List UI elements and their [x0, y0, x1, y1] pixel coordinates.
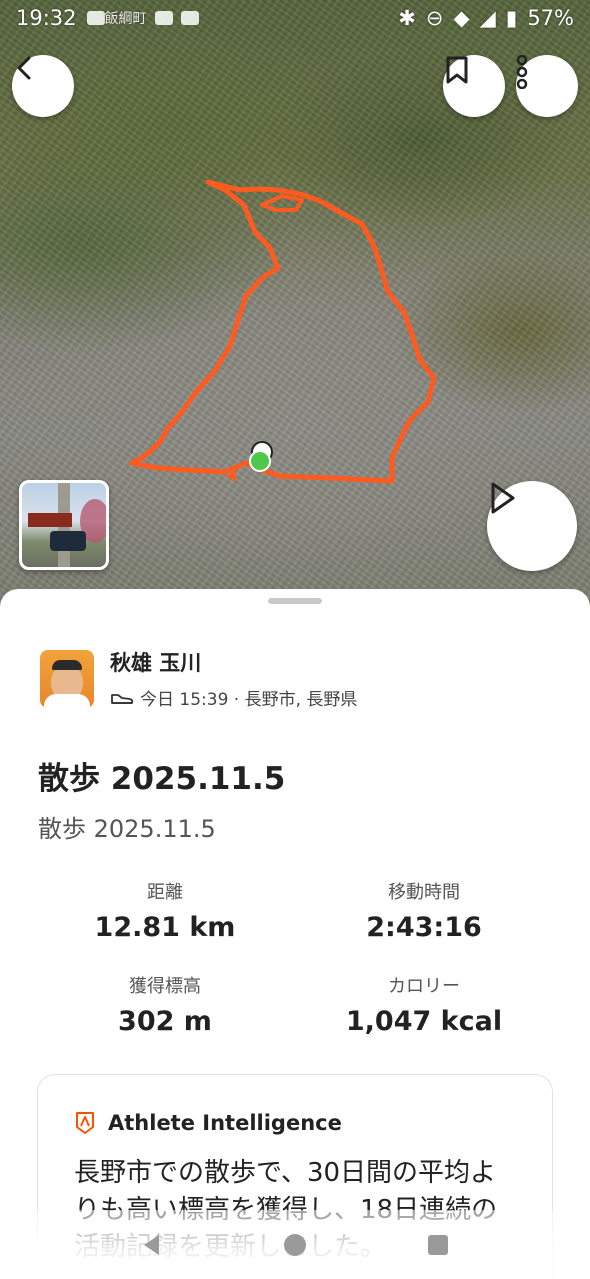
stat-calories: カロリー 1,047 kcal	[294, 972, 554, 1037]
start-marker	[249, 450, 271, 472]
stat-label: カロリー	[388, 976, 460, 997]
route-detail-loop	[260, 194, 304, 212]
photo-sign	[28, 513, 72, 527]
stat-label: 獲得標高	[129, 976, 201, 997]
mail-icon	[86, 11, 105, 25]
avatar-shirt	[44, 693, 90, 708]
athlete-intelligence-icon	[76, 1112, 94, 1134]
status-right: ✱ ⊖ ◆ ◢ ▮ 57%	[398, 6, 574, 30]
stat-value: 1,047 kcal	[345, 1006, 503, 1037]
battery-icon: ▮	[505, 6, 518, 30]
stat-label: 移動時間	[388, 882, 460, 903]
athlete-header[interactable]: 秋雄 玉川 今日 15:39 · 長野市, 長野県	[40, 647, 357, 710]
status-bar: 19:32 飯綱町 ✱ ⊖ ◆ ◢ ▮ 57%	[0, 0, 590, 36]
activity-meta: 今日 15:39 · 長野市, 長野県	[110, 685, 357, 710]
stat-moving-time: 移動時間 2:43:16	[294, 878, 554, 943]
nav-home-icon[interactable]	[282, 1232, 308, 1258]
play-icon	[491, 482, 515, 514]
nav-back-icon[interactable]	[139, 1232, 165, 1258]
activity-detail-sheet[interactable]: 秋雄 玉川 今日 15:39 · 長野市, 長野県 散歩 2025.11.5 散…	[0, 589, 590, 1279]
route-map[interactable]: 19:32 飯綱町 ✱ ⊖ ◆ ◢ ▮ 57%	[0, 0, 590, 620]
play-flyover-button[interactable]	[487, 481, 577, 571]
route-line	[129, 179, 437, 484]
stat-value: 2:43:16	[366, 912, 482, 943]
activity-description: 散歩 2025.11.5	[38, 815, 216, 843]
bluetooth-icon: ✱	[398, 6, 416, 30]
notification-icon	[180, 11, 199, 25]
athlete-intelligence-title: Athlete Intelligence	[108, 1111, 342, 1135]
avatar[interactable]	[40, 649, 94, 708]
system-navigation-bar	[0, 1210, 590, 1279]
bookmark-icon	[446, 56, 468, 84]
stat-value: 302 m	[118, 1006, 212, 1037]
signal-icon: ◢	[479, 6, 496, 30]
stat-elevation-gain: 獲得標高 302 m	[35, 972, 295, 1037]
more-vertical-icon	[516, 55, 528, 89]
activity-date-location: 今日 15:39 · 長野市, 長野県	[140, 690, 358, 710]
do-not-disturb-icon: ⊖	[425, 6, 444, 30]
wifi-icon: ◆	[453, 6, 470, 30]
activity-title: 散歩 2025.11.5	[38, 761, 286, 797]
athlete-name[interactable]: 秋雄 玉川	[110, 647, 357, 677]
youtube-icon	[154, 11, 173, 25]
chevron-left-icon	[17, 56, 31, 80]
status-time: 19:32	[16, 6, 77, 30]
athlete-info: 秋雄 玉川 今日 15:39 · 長野市, 長野県	[110, 647, 357, 710]
bookmark-button[interactable]	[443, 55, 505, 117]
stat-distance: 距離 12.81 km	[35, 878, 295, 943]
athlete-intelligence-header: Athlete Intelligence	[74, 1111, 342, 1135]
shoe-icon	[111, 693, 134, 704]
avatar-hair	[52, 659, 82, 670]
more-options-button[interactable]	[516, 55, 578, 117]
battery-level: 57%	[527, 6, 574, 30]
sheet-drag-handle[interactable]	[268, 598, 322, 604]
stat-label: 距離	[147, 882, 183, 903]
status-app-label: 飯綱町	[104, 11, 147, 27]
activity-photo-thumbnail[interactable]	[19, 480, 109, 570]
back-button[interactable]	[12, 55, 74, 117]
nav-recents-icon[interactable]	[425, 1232, 451, 1258]
photo-car	[50, 531, 86, 551]
stat-value: 12.81 km	[94, 912, 236, 943]
